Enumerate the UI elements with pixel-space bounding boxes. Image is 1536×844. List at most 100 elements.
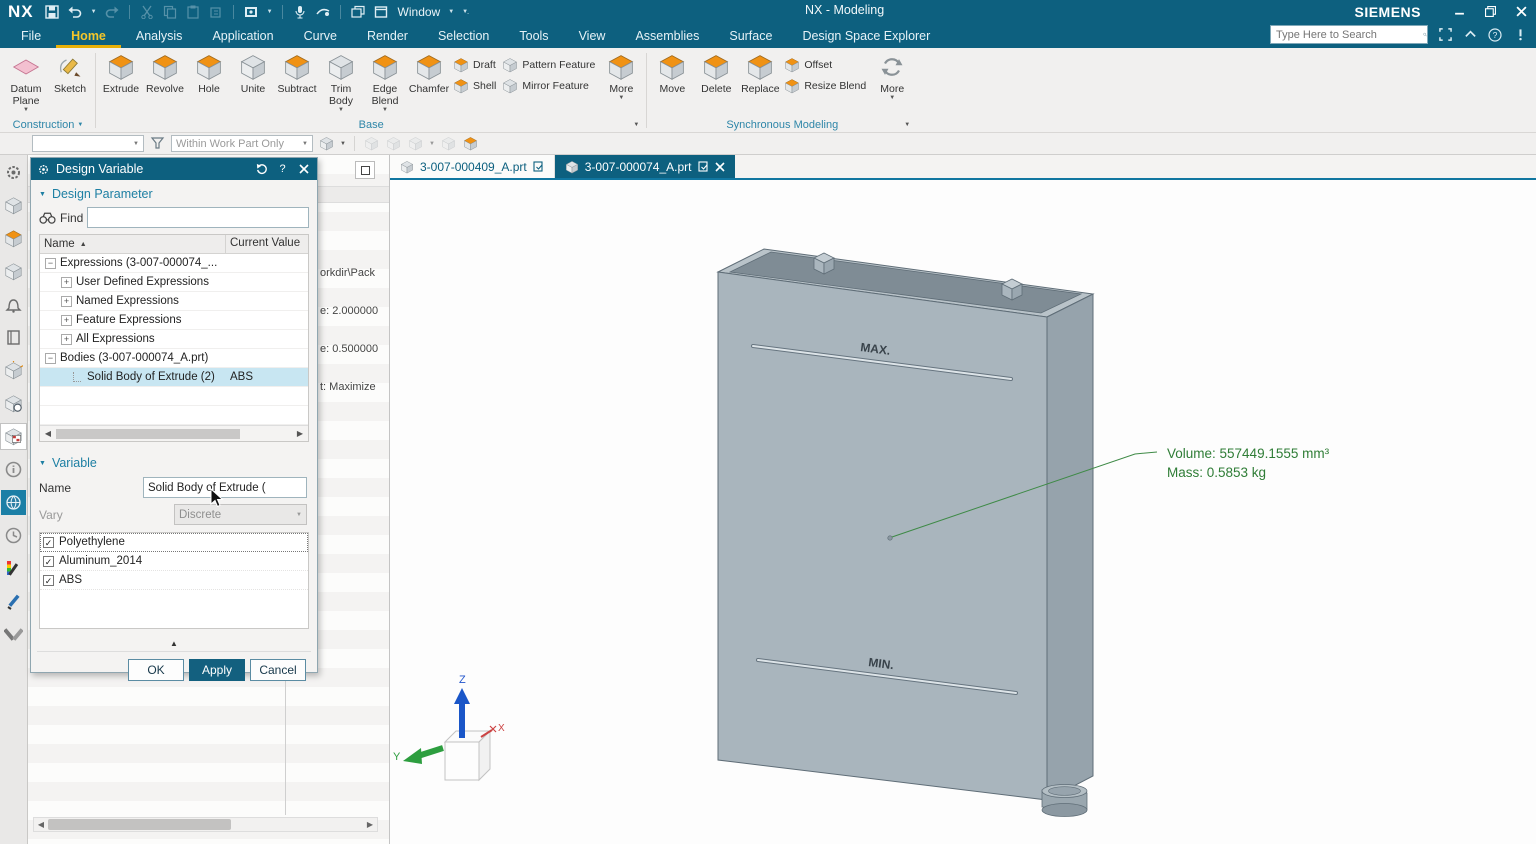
dropdown-caret-icon[interactable]: ▼ — [429, 141, 435, 147]
copy-icon[interactable] — [162, 4, 178, 20]
group-caret-icon[interactable]: ▼ — [633, 122, 639, 128]
assembly-navigator-icon[interactable] — [1, 193, 26, 218]
menu-tools[interactable]: Tools — [504, 25, 563, 48]
sort-ascending-icon[interactable]: ▲ — [80, 241, 87, 248]
float-window-icon[interactable] — [355, 161, 375, 179]
mirror-feature-button[interactable]: Mirror Feature — [502, 78, 595, 94]
material-row[interactable]: Polyethylene — [40, 533, 308, 552]
synchronous-more-button[interactable]: More ▼ — [870, 51, 914, 102]
column-current-value[interactable]: Current Value — [226, 235, 308, 253]
menu-surface[interactable]: Surface — [714, 25, 787, 48]
tab-part-000409[interactable]: 3-007-000409_A.prt — [390, 155, 555, 178]
material-row[interactable]: ABS — [40, 571, 308, 590]
checkbox-checked-icon[interactable] — [43, 556, 54, 567]
alert-icon[interactable] — [1512, 27, 1528, 43]
color-palette-icon[interactable] — [1, 556, 26, 581]
screenshot-dropdown-caret-icon[interactable]: ▼ — [267, 9, 273, 15]
wireframe-view-icon[interactable] — [407, 135, 424, 152]
menu-selection[interactable]: Selection — [423, 25, 504, 48]
toolbox-icon[interactable] — [1, 622, 26, 647]
shaded-view-icon[interactable] — [385, 135, 402, 152]
y-axis-arrow[interactable] — [418, 748, 443, 756]
delete-button[interactable]: Delete — [694, 51, 738, 95]
info-icon[interactable] — [1, 457, 26, 482]
expand-expander-icon[interactable]: + — [61, 296, 72, 307]
draft-button[interactable]: Draft — [453, 57, 496, 73]
clipboard-icon[interactable] — [208, 4, 224, 20]
orientation-triad[interactable]: Z Y X — [393, 674, 505, 780]
synchronous-group-label[interactable]: Synchronous Modeling ▼ — [650, 116, 914, 133]
chamfer-button[interactable]: Chamfer — [407, 51, 451, 95]
menu-file[interactable]: File — [6, 25, 56, 48]
undo-dropdown-caret-icon[interactable]: ▼ — [91, 9, 97, 15]
shell-button[interactable]: Shell — [453, 78, 496, 94]
dialog-close-icon[interactable] — [296, 162, 311, 177]
expand-expander-icon[interactable]: + — [61, 277, 72, 288]
history-clock-icon[interactable] — [1, 523, 26, 548]
expand-expander-icon[interactable]: + — [61, 334, 72, 345]
sketch-button[interactable]: Sketch — [48, 51, 92, 95]
construction-group-label[interactable]: Construction ▼ — [4, 116, 92, 133]
scroll-left-icon[interactable]: ◀ — [34, 820, 48, 829]
unite-button[interactable]: Unite — [231, 51, 275, 95]
materials-icon[interactable] — [462, 135, 479, 152]
window-icon[interactable] — [373, 4, 389, 20]
scrollbar-thumb[interactable] — [56, 429, 240, 439]
checkbox-checked-icon[interactable] — [43, 575, 54, 586]
help-icon[interactable]: ? — [1487, 27, 1503, 43]
replace-button[interactable]: Replace — [738, 51, 782, 95]
tree-row-selected[interactable]: Solid Body of Extrude (2) ABS — [40, 368, 308, 387]
minimize-button[interactable] — [1452, 5, 1466, 19]
screenshot-icon[interactable] — [243, 4, 259, 20]
measure-point[interactable] — [888, 536, 892, 540]
menu-view[interactable]: View — [564, 25, 621, 48]
base-group-label[interactable]: Base ▼ — [99, 116, 643, 133]
viewport-canvas[interactable]: MAX. MIN. — [390, 180, 1536, 842]
close-button[interactable] — [1514, 5, 1528, 19]
scroll-right-icon[interactable]: ▶ — [292, 429, 308, 438]
find-input[interactable] — [87, 207, 309, 228]
design-explorer-icon[interactable] — [1, 424, 26, 449]
table-header[interactable]: Name ▲ Current Value — [40, 235, 308, 254]
paste-icon[interactable] — [185, 4, 201, 20]
snap-point-icon[interactable] — [318, 135, 335, 152]
dialog-help-icon[interactable]: ? — [275, 162, 290, 177]
tree-row[interactable]: +Feature Expressions — [40, 311, 308, 330]
dialog-titlebar[interactable]: Design Variable ? — [31, 158, 317, 180]
datum-plane-button[interactable]: Datum Plane ▼ — [4, 51, 48, 114]
save-icon[interactable] — [44, 4, 60, 20]
fit-view-icon[interactable] — [363, 135, 380, 152]
revolve-button[interactable]: Revolve — [143, 51, 187, 95]
measure-wand-icon[interactable] — [1, 589, 26, 614]
extrude-button[interactable]: Extrude — [99, 51, 143, 95]
scroll-left-icon[interactable]: ◀ — [40, 429, 56, 438]
qat-customize-icon[interactable]: ▼̱ — [462, 9, 468, 15]
menu-home[interactable]: Home — [56, 25, 121, 48]
tree-row[interactable]: +User Defined Expressions — [40, 273, 308, 292]
trim-body-button[interactable]: Trim Body ▼ — [319, 51, 363, 114]
tab-close-icon[interactable] — [715, 162, 725, 172]
subtract-button[interactable]: Subtract — [275, 51, 319, 95]
cascade-windows-icon[interactable] — [350, 4, 366, 20]
tab-part-000074[interactable]: 3-007-000074_A.prt — [555, 155, 735, 178]
web-browser-icon[interactable] — [1, 490, 26, 515]
tree-row[interactable]: −Expressions (3-007-000074_... — [40, 254, 308, 273]
move-button[interactable]: Move — [650, 51, 694, 95]
dialog-collapse-icon[interactable]: ▲ — [37, 633, 311, 652]
edge-blend-button[interactable]: Edge Blend ▼ — [363, 51, 407, 114]
collapse-expander-icon[interactable]: − — [45, 353, 56, 364]
offset-button[interactable]: Offset — [784, 57, 866, 73]
variable-name-input[interactable] — [143, 477, 307, 498]
base-more-button[interactable]: More ▼ — [599, 51, 643, 102]
minimize-ribbon-icon[interactable] — [1462, 27, 1478, 43]
menu-application[interactable]: Application — [197, 25, 288, 48]
ok-button[interactable]: OK — [128, 659, 184, 681]
filter-icon[interactable] — [149, 135, 166, 152]
expand-expander-icon[interactable]: + — [61, 315, 72, 326]
vary-select[interactable]: Discrete ▼ — [174, 504, 307, 525]
design-parameter-section-header[interactable]: ▼ Design Parameter — [31, 180, 317, 205]
table-horizontal-scrollbar[interactable]: ◀ ▶ — [40, 425, 308, 441]
viewport[interactable]: MAX. MIN. — [390, 180, 1536, 844]
scroll-right-icon[interactable]: ▶ — [363, 820, 377, 829]
render-style-icon[interactable] — [440, 135, 457, 152]
